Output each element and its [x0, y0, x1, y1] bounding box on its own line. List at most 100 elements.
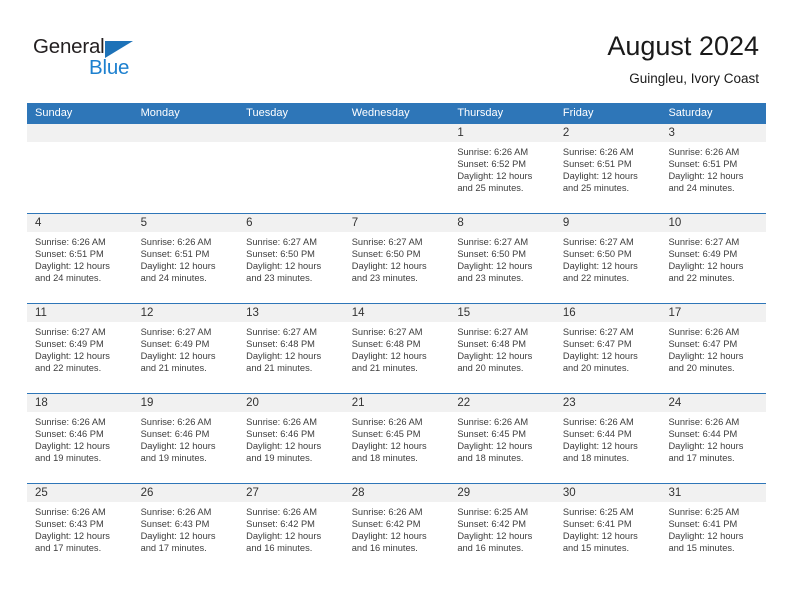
day-cell[interactable]: 30 Sunrise: 6:25 AM Sunset: 6:41 PM Dayligh… [554, 484, 661, 573]
day-cell[interactable]: 9 Sunrise: 6:27 AM Sunset: 6:50 PM Daylight… [554, 214, 661, 303]
day-cell[interactable]: 17 Sunrise: 6:26 AM Sunset: 6:47 PM Dayligh… [660, 304, 767, 393]
day-cell[interactable]: 16 Sunrise: 6:27 AM Sunset: 6:47 PM Dayligh… [554, 304, 661, 393]
day-sun-info: Sunrise: 6:26 AM Sunset: 6:43 PM Daylight:… [27, 502, 133, 554]
daylight-text: Daylight: 12 hours and 23 minutes. [246, 261, 322, 284]
weekday-header-tuesday: Tuesday [246, 107, 288, 119]
brand-logo: General Blue [33, 36, 173, 84]
calendar-week-row: 1 Sunrise: 6:26 AM Sunset: 6:52 PM Daylight… [27, 124, 767, 213]
day-cell[interactable]: 10 Sunrise: 6:27 AM Sunset: 6:49 PM Dayligh… [660, 214, 767, 303]
day-number: 7 [343, 214, 450, 232]
day-cell[interactable]: 8 Sunrise: 6:27 AM Sunset: 6:50 PM Daylight… [449, 214, 555, 303]
daylight-text: Daylight: 12 hours and 16 minutes. [457, 531, 533, 554]
day-number: 29 [449, 484, 555, 502]
day-cell[interactable]: 15 Sunrise: 6:27 AM Sunset: 6:48 PM Dayligh… [449, 304, 555, 393]
daylight-text: Daylight: 12 hours and 16 minutes. [351, 531, 427, 554]
sunset-text: Sunset: 6:42 PM [246, 519, 315, 530]
day-number: 19 [132, 394, 239, 412]
daylight-text: Daylight: 12 hours and 18 minutes. [351, 441, 427, 464]
day-sun-info: Sunrise: 6:26 AM Sunset: 6:51 PM Daylight:… [133, 232, 239, 284]
day-sun-info: Sunrise: 6:25 AM Sunset: 6:41 PM Daylight:… [660, 502, 766, 554]
day-cell[interactable]: 11 Sunrise: 6:27 AM Sunset: 6:49 PM Dayligh… [27, 304, 133, 393]
sunset-text: Sunset: 6:41 PM [562, 519, 632, 530]
sunset-text: Sunset: 6:48 PM [351, 339, 421, 350]
day-sun-info: Sunrise: 6:26 AM Sunset: 6:46 PM Daylight:… [27, 412, 133, 464]
day-cell-empty [27, 124, 133, 213]
day-number: 6 [238, 214, 344, 232]
daylight-text: Daylight: 12 hours and 20 minutes. [562, 351, 638, 374]
day-sun-info: Sunrise: 6:27 AM Sunset: 6:47 PM Daylight:… [555, 322, 661, 374]
day-sun-info: Sunrise: 6:27 AM Sunset: 6:50 PM Daylight:… [555, 232, 661, 284]
day-sun-info: Sunrise: 6:26 AM Sunset: 6:46 PM Daylight:… [238, 412, 344, 464]
day-cell[interactable]: 3 Sunrise: 6:26 AM Sunset: 6:51 PM Daylight… [660, 124, 767, 213]
day-number: 18 [27, 394, 133, 412]
day-cell[interactable]: 18 Sunrise: 6:26 AM Sunset: 6:46 PM Dayligh… [27, 394, 133, 483]
day-sun-info: Sunrise: 6:25 AM Sunset: 6:42 PM Daylight:… [449, 502, 555, 554]
day-number: 13 [238, 304, 344, 322]
day-cell[interactable]: 13 Sunrise: 6:27 AM Sunset: 6:48 PM Dayligh… [238, 304, 344, 393]
sunset-text: Sunset: 6:51 PM [35, 249, 104, 260]
day-cell[interactable]: 22 Sunrise: 6:26 AM Sunset: 6:45 PM Dayligh… [449, 394, 555, 483]
day-cell[interactable]: 6 Sunrise: 6:27 AM Sunset: 6:50 PM Daylight… [238, 214, 344, 303]
sunset-text: Sunset: 6:48 PM [246, 339, 315, 350]
day-sun-info: Sunrise: 6:26 AM Sunset: 6:52 PM Daylight:… [449, 142, 555, 194]
sunrise-text: Sunrise: 6:27 AM [457, 237, 529, 247]
sunset-text: Sunset: 6:48 PM [457, 339, 527, 350]
daylight-text: Daylight: 12 hours and 22 minutes. [562, 261, 638, 284]
day-sun-info: Sunrise: 6:27 AM Sunset: 6:48 PM Daylight:… [238, 322, 344, 374]
day-cell[interactable]: 29 Sunrise: 6:25 AM Sunset: 6:42 PM Dayligh… [449, 484, 555, 573]
day-cell[interactable]: 12 Sunrise: 6:27 AM Sunset: 6:49 PM Dayligh… [132, 304, 239, 393]
sunrise-text: Sunrise: 6:26 AM [140, 237, 212, 247]
day-sun-info: Sunrise: 6:26 AM Sunset: 6:51 PM Daylight:… [555, 142, 661, 194]
day-cell[interactable]: 26 Sunrise: 6:26 AM Sunset: 6:43 PM Dayligh… [132, 484, 239, 573]
sunset-text: Sunset: 6:50 PM [246, 249, 315, 260]
day-cell[interactable]: 20 Sunrise: 6:26 AM Sunset: 6:46 PM Dayligh… [238, 394, 344, 483]
daylight-text: Daylight: 12 hours and 19 minutes. [246, 441, 322, 464]
day-sun-info: Sunrise: 6:25 AM Sunset: 6:41 PM Daylight:… [555, 502, 661, 554]
sunset-text: Sunset: 6:50 PM [562, 249, 632, 260]
sunrise-text: Sunrise: 6:27 AM [562, 327, 634, 337]
sunrise-text: Sunrise: 6:26 AM [140, 507, 212, 517]
day-cell[interactable]: 2 Sunrise: 6:26 AM Sunset: 6:51 PM Daylight… [554, 124, 661, 213]
day-sun-info: Sunrise: 6:26 AM Sunset: 6:45 PM Daylight:… [449, 412, 555, 464]
weekday-header-friday: Friday [562, 107, 594, 119]
day-cell[interactable]: 1 Sunrise: 6:26 AM Sunset: 6:52 PM Daylight… [449, 124, 555, 213]
day-number: 27 [238, 484, 344, 502]
sunset-text: Sunset: 6:44 PM [562, 429, 632, 440]
sunrise-text: Sunrise: 6:27 AM [351, 237, 423, 247]
sunset-text: Sunset: 6:47 PM [562, 339, 632, 350]
day-cell[interactable]: 4 Sunrise: 6:26 AM Sunset: 6:51 PM Daylight… [27, 214, 133, 303]
day-cell[interactable]: 5 Sunrise: 6:26 AM Sunset: 6:51 PM Daylight… [132, 214, 239, 303]
day-cell[interactable]: 23 Sunrise: 6:26 AM Sunset: 6:44 PM Dayligh… [554, 394, 661, 483]
daylight-text: Daylight: 12 hours and 24 minutes. [140, 261, 216, 284]
sunrise-text: Sunrise: 6:26 AM [140, 417, 212, 427]
day-cell[interactable]: 25 Sunrise: 6:26 AM Sunset: 6:43 PM Dayligh… [27, 484, 133, 573]
day-cell-empty [343, 124, 450, 213]
day-number [27, 124, 133, 142]
day-cell[interactable]: 21 Sunrise: 6:26 AM Sunset: 6:45 PM Dayligh… [343, 394, 450, 483]
day-cell-empty [132, 124, 239, 213]
day-cell[interactable]: 14 Sunrise: 6:27 AM Sunset: 6:48 PM Dayligh… [343, 304, 450, 393]
day-cell[interactable]: 7 Sunrise: 6:27 AM Sunset: 6:50 PM Daylight… [343, 214, 450, 303]
day-cell[interactable]: 31 Sunrise: 6:25 AM Sunset: 6:41 PM Dayligh… [660, 484, 767, 573]
sunrise-text: Sunrise: 6:26 AM [35, 237, 106, 247]
day-cell[interactable]: 24 Sunrise: 6:26 AM Sunset: 6:44 PM Dayligh… [660, 394, 767, 483]
sunrise-text: Sunrise: 6:25 AM [457, 507, 529, 517]
sunrise-text: Sunrise: 6:26 AM [668, 147, 740, 157]
daylight-text: Daylight: 12 hours and 20 minutes. [668, 351, 744, 374]
day-cell[interactable]: 19 Sunrise: 6:26 AM Sunset: 6:46 PM Dayligh… [132, 394, 239, 483]
day-sun-info: Sunrise: 6:26 AM Sunset: 6:44 PM Daylight:… [555, 412, 661, 464]
day-number: 8 [449, 214, 555, 232]
day-number: 21 [343, 394, 450, 412]
day-cell[interactable]: 28 Sunrise: 6:26 AM Sunset: 6:42 PM Dayligh… [343, 484, 450, 573]
day-number: 1 [449, 124, 555, 142]
daylight-text: Daylight: 12 hours and 17 minutes. [140, 531, 216, 554]
daylight-text: Daylight: 12 hours and 19 minutes. [140, 441, 216, 464]
day-cell[interactable]: 27 Sunrise: 6:26 AM Sunset: 6:42 PM Dayligh… [238, 484, 344, 573]
sunrise-text: Sunrise: 6:26 AM [668, 417, 740, 427]
sunrise-text: Sunrise: 6:26 AM [246, 507, 317, 517]
day-sun-info: Sunrise: 6:26 AM Sunset: 6:44 PM Daylight:… [660, 412, 766, 464]
daylight-text: Daylight: 12 hours and 16 minutes. [246, 531, 322, 554]
sunset-text: Sunset: 6:45 PM [351, 429, 421, 440]
day-sun-info: Sunrise: 6:26 AM Sunset: 6:47 PM Daylight:… [660, 322, 766, 374]
day-cell-empty [238, 124, 344, 213]
